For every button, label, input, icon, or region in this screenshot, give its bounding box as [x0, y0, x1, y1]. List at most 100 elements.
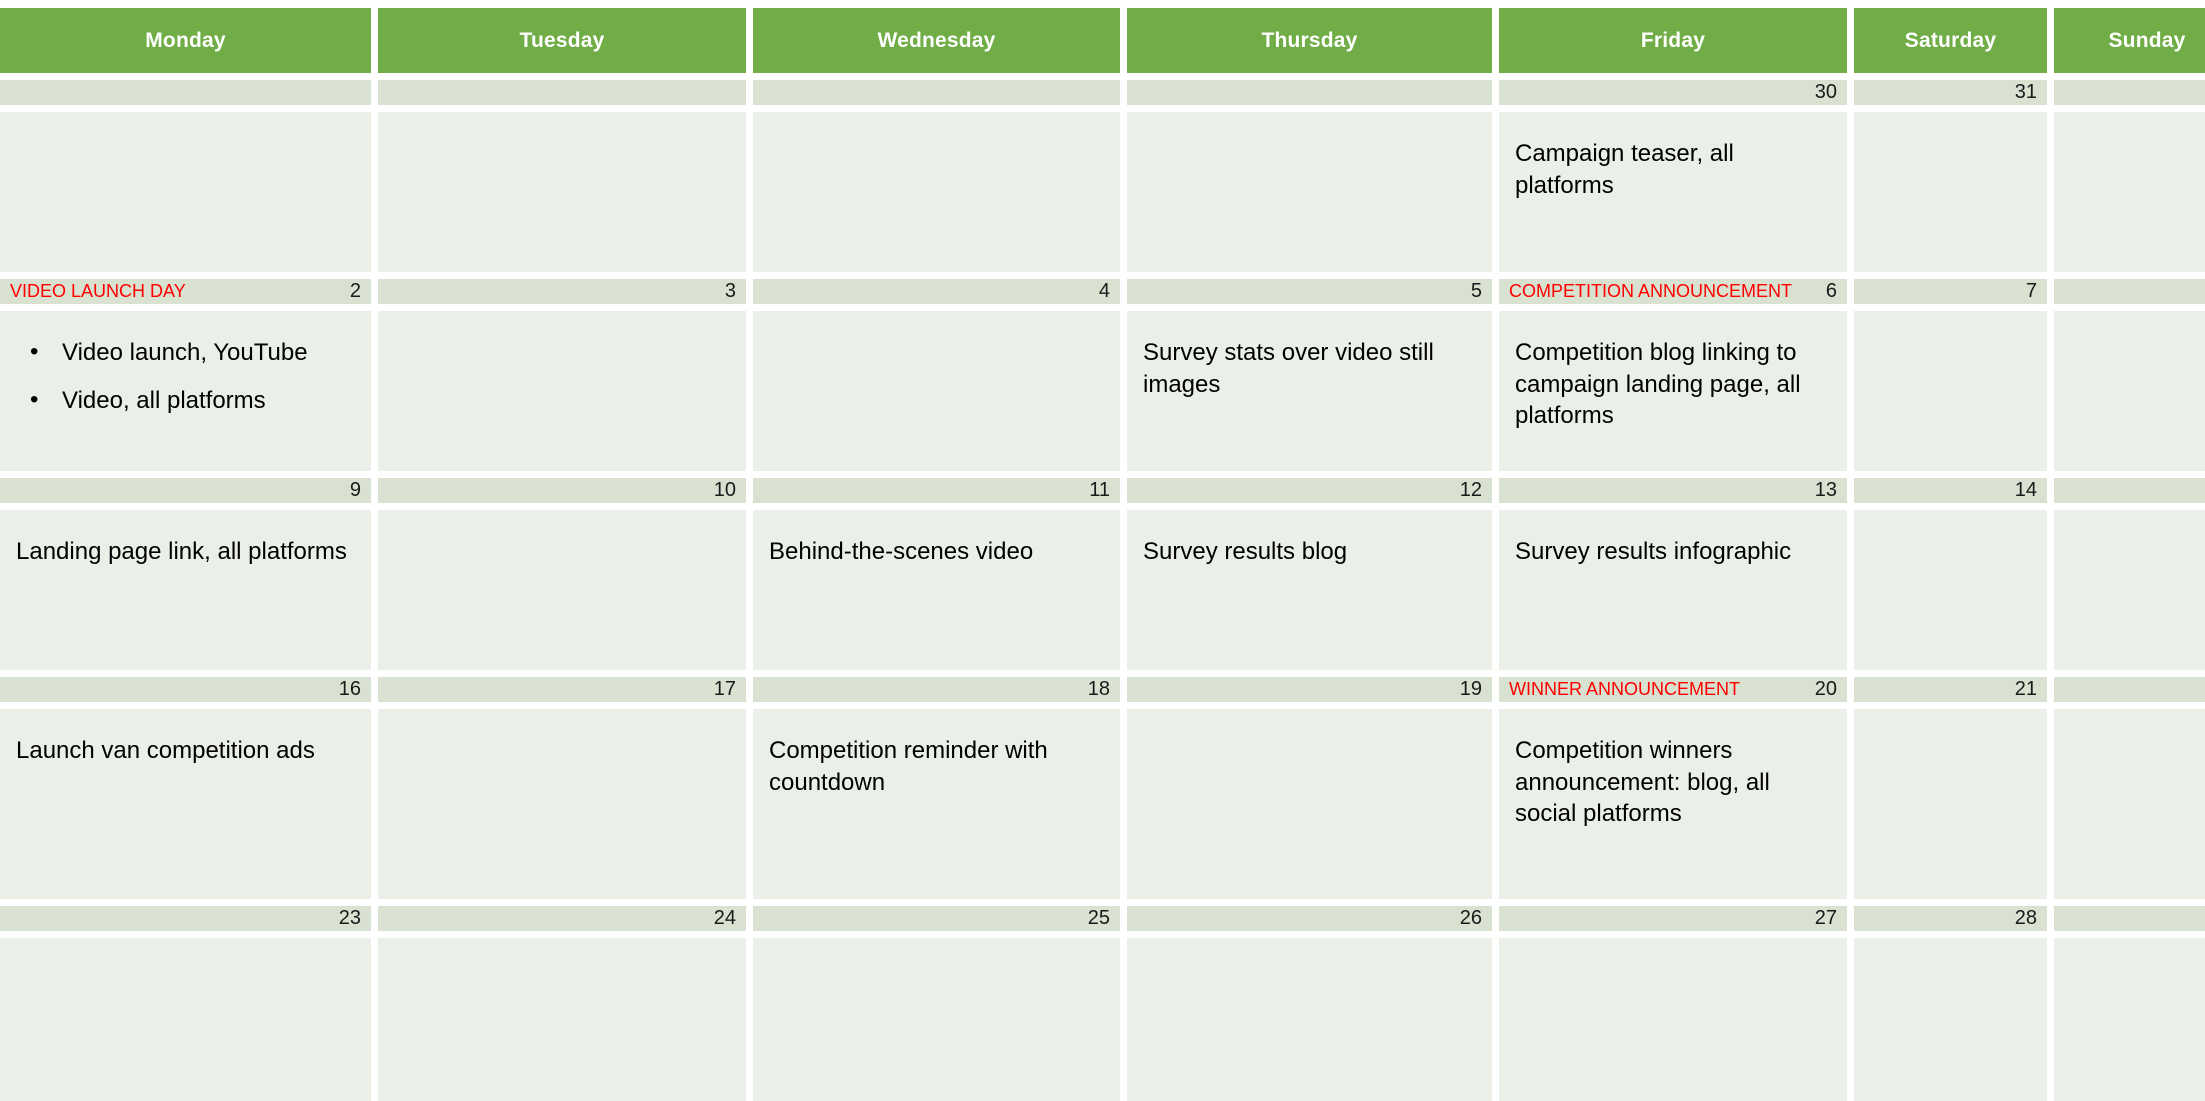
date-cell-wednesday[interactable]: 11	[753, 478, 1120, 503]
day-number: 2	[349, 280, 361, 302]
day-number: 27	[1814, 907, 1837, 929]
event-cell-friday[interactable]: Competition winners announcement: blog, …	[1499, 709, 1847, 899]
event-row	[0, 938, 2205, 1101]
day-number: 28	[2014, 907, 2037, 929]
event-cell-saturday[interactable]	[1854, 938, 2047, 1101]
date-cell-saturday[interactable]: 21	[1854, 677, 2047, 702]
event-item: Survey stats over video still images	[1143, 339, 1434, 398]
event-cell-monday[interactable]: Video launch, YouTube Video, all platform…	[0, 311, 371, 471]
date-cell-wednesday[interactable]	[753, 80, 1120, 105]
date-cell-sunday[interactable]: 8	[2054, 279, 2205, 304]
event-cell-monday[interactable]: Launch van competition ads	[0, 709, 371, 899]
event-cell-wednesday[interactable]: Competition reminder with countdown	[753, 709, 1120, 899]
date-cell-thursday[interactable]: 19	[1127, 677, 1492, 702]
event-cell-monday[interactable]	[0, 938, 371, 1101]
date-cell-wednesday[interactable]: 25	[753, 906, 1120, 931]
date-cell-friday[interactable]: COMPETITION ANNOUNCEMENT 6	[1499, 279, 1847, 304]
date-cell-sunday[interactable]: 22	[2054, 677, 2205, 702]
event-cell-thursday[interactable]: Survey results blog	[1127, 510, 1492, 670]
calendar-table: Monday Tuesday Wednesday Thursday Friday Satu…	[0, 1, 2205, 1101]
day-header-wednesday: Wednesday	[753, 8, 1120, 73]
date-cell-saturday[interactable]: 28	[1854, 906, 2047, 931]
event-cell-tuesday[interactable]	[378, 938, 746, 1101]
event-cell-sunday[interactable]	[2054, 938, 2205, 1101]
date-cell-saturday[interactable]: 7	[1854, 279, 2047, 304]
date-cell-sunday[interactable]: 1	[2054, 80, 2205, 105]
event-cell-friday[interactable]: Survey results infographic	[1499, 510, 1847, 670]
date-cell-tuesday[interactable]	[378, 80, 746, 105]
date-cell-thursday[interactable]: 12	[1127, 478, 1492, 503]
event-cell-thursday[interactable]	[1127, 112, 1492, 272]
date-cell-saturday[interactable]: 14	[1854, 478, 2047, 503]
date-cell-friday[interactable]: 30	[1499, 80, 1847, 105]
event-item: Survey results infographic	[1515, 538, 1792, 565]
date-number-row: 9 10 11 12 13 14 15	[0, 478, 2205, 503]
event-cell-sunday[interactable]	[2054, 112, 2205, 272]
day-number: 12	[1459, 479, 1482, 501]
event-cell-wednesday[interactable]	[753, 311, 1120, 471]
event-cell-monday[interactable]	[0, 112, 371, 272]
event-cell-saturday[interactable]	[1854, 709, 2047, 899]
milestone-label: WINNER ANNOUNCEMENT	[1509, 679, 1741, 699]
event-cell-friday[interactable]: Competition blog linking to campaign lan…	[1499, 311, 1847, 471]
event-cell-sunday[interactable]	[2054, 510, 2205, 670]
date-cell-tuesday[interactable]: 17	[378, 677, 746, 702]
date-cell-monday[interactable]: 23	[0, 906, 371, 931]
event-item: Behind-the-scenes video	[769, 538, 1034, 565]
day-header-tuesday: Tuesday	[378, 8, 746, 73]
event-cell-monday[interactable]: Landing page link, all platforms	[0, 510, 371, 670]
day-number: 3	[724, 280, 736, 302]
event-cell-saturday[interactable]	[1854, 311, 2047, 471]
day-header-thursday: Thursday	[1127, 8, 1492, 73]
day-number: 11	[1089, 479, 1110, 501]
event-item: Competition reminder with countdown	[769, 737, 1048, 796]
day-number: 10	[713, 479, 736, 501]
event-item: Campaign teaser, all platforms	[1515, 140, 1734, 199]
event-cell-tuesday[interactable]	[378, 311, 746, 471]
date-cell-thursday[interactable]: 26	[1127, 906, 1492, 931]
date-cell-sunday[interactable]: 29	[2054, 906, 2205, 931]
event-cell-wednesday[interactable]	[753, 112, 1120, 272]
date-cell-monday[interactable]: 16	[0, 677, 371, 702]
event-cell-saturday[interactable]	[1854, 510, 2047, 670]
date-cell-wednesday[interactable]: 4	[753, 279, 1120, 304]
day-header-sunday: Sunday	[2054, 8, 2205, 73]
date-cell-monday[interactable]: 9	[0, 478, 371, 503]
date-cell-monday[interactable]	[0, 80, 371, 105]
date-cell-friday[interactable]: 13	[1499, 478, 1847, 503]
date-cell-friday[interactable]: WINNER ANNOUNCEMENT 20	[1499, 677, 1847, 702]
event-cell-friday[interactable]	[1499, 938, 1847, 1101]
day-number: 13	[1814, 479, 1837, 501]
event-cell-thursday[interactable]	[1127, 938, 1492, 1101]
date-cell-tuesday[interactable]: 3	[378, 279, 746, 304]
event-cell-friday[interactable]: Campaign teaser, all platforms	[1499, 112, 1847, 272]
date-cell-wednesday[interactable]: 18	[753, 677, 1120, 702]
event-cell-tuesday[interactable]	[378, 510, 746, 670]
event-cell-sunday[interactable]	[2054, 709, 2205, 899]
day-header-saturday: Saturday	[1854, 8, 2047, 73]
date-cell-thursday[interactable]: 5	[1127, 279, 1492, 304]
date-cell-monday[interactable]: VIDEO LAUNCH DAY 2	[0, 279, 371, 304]
date-cell-friday[interactable]: 27	[1499, 906, 1847, 931]
event-row: Landing page link, all platforms Behind-t…	[0, 510, 2205, 670]
event-cell-saturday[interactable]	[1854, 112, 2047, 272]
event-cell-tuesday[interactable]	[378, 709, 746, 899]
event-cell-sunday[interactable]	[2054, 311, 2205, 471]
day-number: 24	[713, 907, 736, 929]
day-number: 6	[1825, 280, 1837, 302]
date-cell-thursday[interactable]	[1127, 80, 1492, 105]
date-cell-saturday[interactable]: 31	[1854, 80, 2047, 105]
day-number: 21	[2014, 678, 2037, 700]
event-cell-tuesday[interactable]	[378, 112, 746, 272]
event-cell-thursday[interactable]	[1127, 709, 1492, 899]
event-item: Video, all platforms	[30, 384, 355, 417]
event-cell-wednesday[interactable]	[753, 938, 1120, 1101]
date-cell-tuesday[interactable]: 24	[378, 906, 746, 931]
milestone-label: COMPETITION ANNOUNCEMENT	[1509, 281, 1793, 301]
date-cell-tuesday[interactable]: 10	[378, 478, 746, 503]
event-cell-wednesday[interactable]: Behind-the-scenes video	[753, 510, 1120, 670]
calendar-grid: Monday Tuesday Wednesday Thursday Friday Satu…	[0, 0, 2205, 1101]
day-number: 16	[338, 678, 361, 700]
event-cell-thursday[interactable]: Survey stats over video still images	[1127, 311, 1492, 471]
date-cell-sunday[interactable]: 15	[2054, 478, 2205, 503]
